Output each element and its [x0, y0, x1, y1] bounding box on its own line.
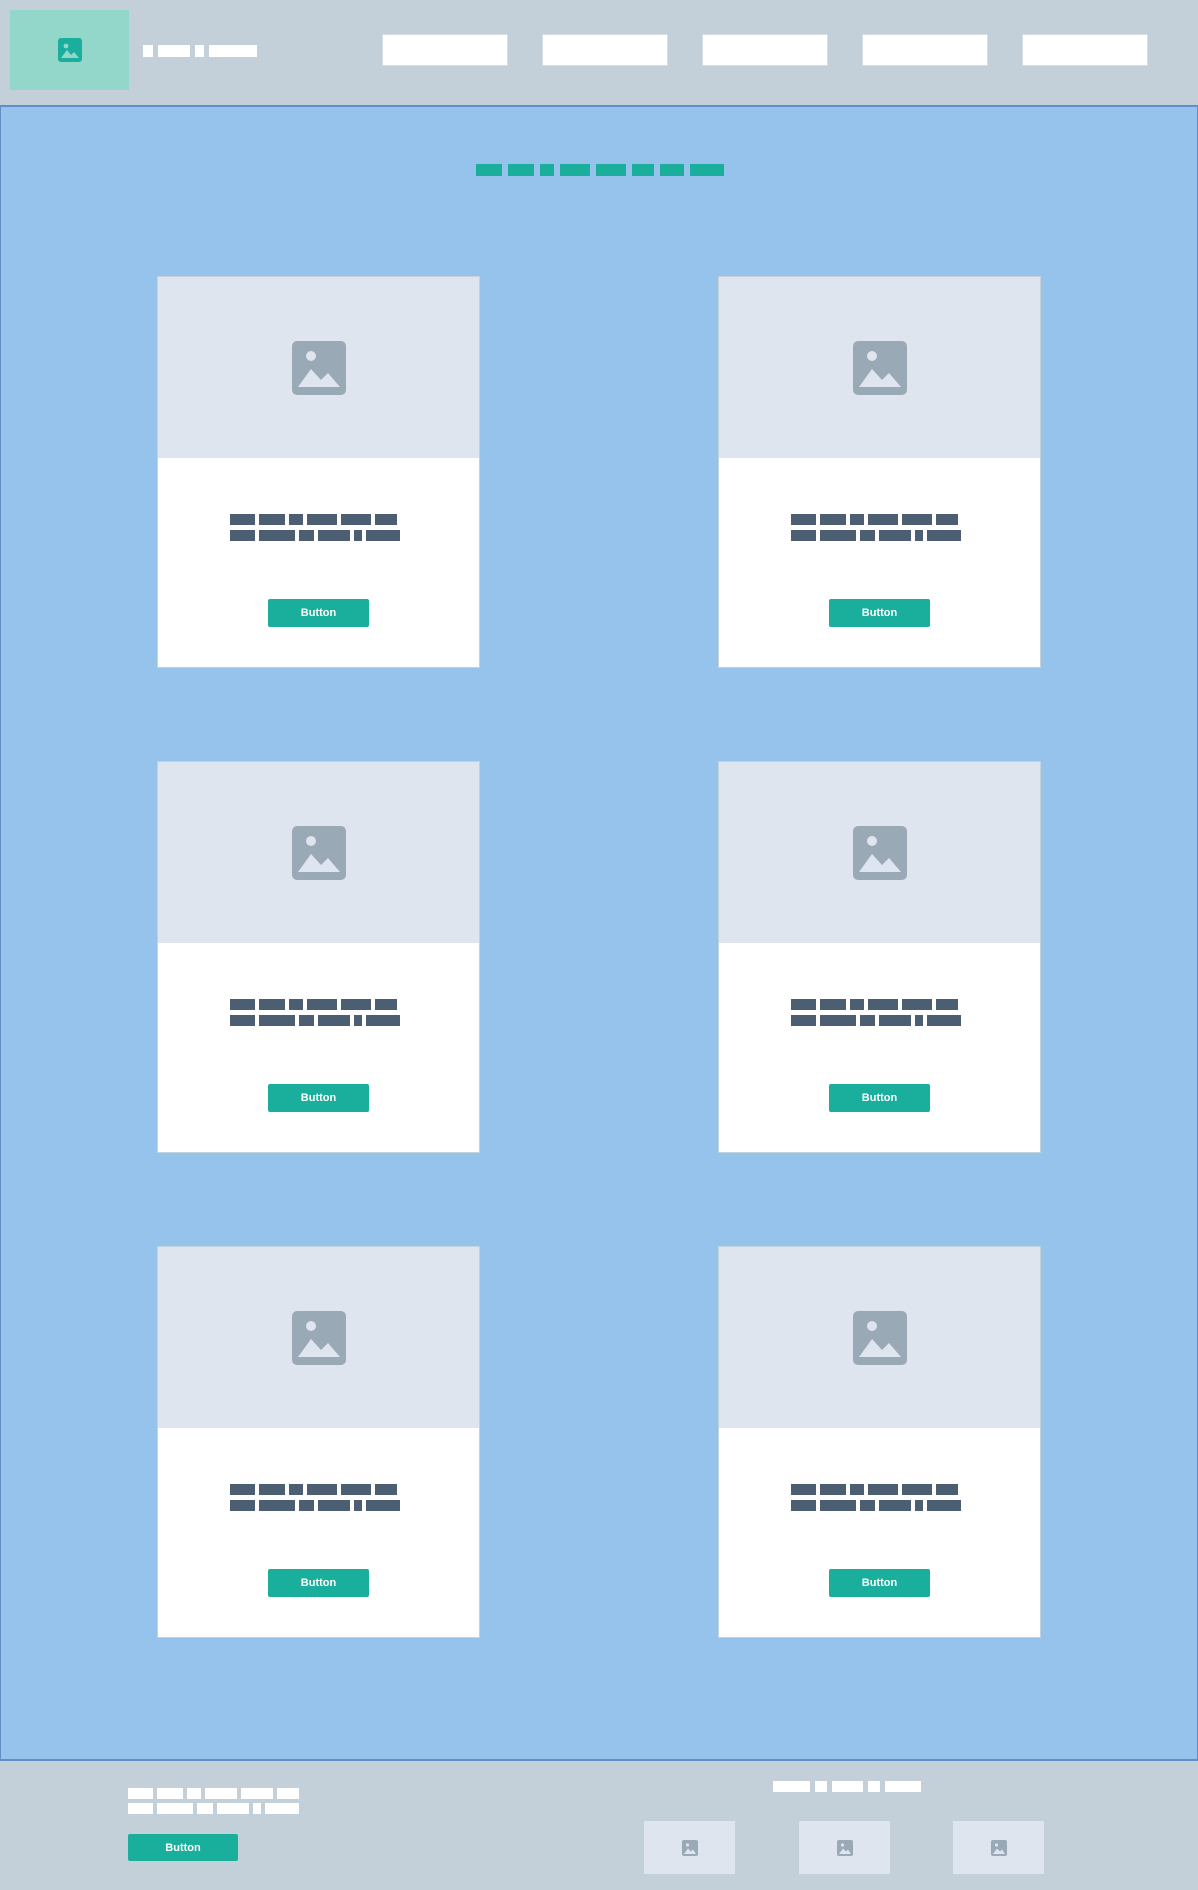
nav-item-3[interactable] [702, 34, 828, 66]
image-icon [852, 1310, 907, 1365]
card-2: Button [718, 276, 1041, 668]
footer-thumbnail-3[interactable] [953, 1821, 1044, 1874]
footer-thumbnail-2[interactable] [799, 1821, 890, 1874]
card-4: Button [718, 761, 1041, 1153]
image-icon [57, 38, 82, 62]
footer-button[interactable]: Button [128, 1834, 238, 1861]
card-5: Button [157, 1246, 480, 1638]
image-icon [291, 1310, 346, 1365]
nav-item-4[interactable] [862, 34, 988, 66]
site-footer: Button [0, 1759, 1198, 1890]
card-button[interactable]: Button [268, 599, 369, 627]
image-icon [291, 340, 346, 395]
card-image [719, 762, 1040, 943]
image-icon [836, 1839, 853, 1856]
footer-text-placeholder [128, 1788, 299, 1818]
card-text-placeholder [791, 514, 961, 546]
logo[interactable] [10, 10, 129, 90]
card-text-placeholder [791, 1484, 961, 1516]
section-title-placeholder [1, 164, 1198, 176]
site-header [0, 0, 1198, 107]
card-text-placeholder [230, 514, 400, 546]
card-image [158, 277, 479, 458]
image-icon [681, 1839, 698, 1856]
image-icon [852, 825, 907, 880]
card-image [719, 277, 1040, 458]
card-button[interactable]: Button [268, 1084, 369, 1112]
card-text-placeholder [230, 999, 400, 1031]
brand-name-placeholder [143, 45, 257, 57]
nav-item-1[interactable] [382, 34, 508, 66]
card-3: Button [157, 761, 480, 1153]
card-button[interactable]: Button [829, 1569, 930, 1597]
image-icon [990, 1839, 1007, 1856]
card-button[interactable]: Button [268, 1569, 369, 1597]
card-button[interactable]: Button [829, 599, 930, 627]
nav-item-2[interactable] [542, 34, 668, 66]
card-text-placeholder [791, 999, 961, 1031]
footer-thumbnail-1[interactable] [644, 1821, 735, 1874]
card-image [158, 762, 479, 943]
card-image [719, 1247, 1040, 1428]
card-6: Button [718, 1246, 1041, 1638]
card-image [158, 1247, 479, 1428]
image-icon [852, 340, 907, 395]
nav-item-5[interactable] [1022, 34, 1148, 66]
image-icon [291, 825, 346, 880]
footer-heading-placeholder [773, 1781, 921, 1792]
card-button[interactable]: Button [829, 1084, 930, 1112]
card-text-placeholder [230, 1484, 400, 1516]
card-1: Button [157, 276, 480, 668]
